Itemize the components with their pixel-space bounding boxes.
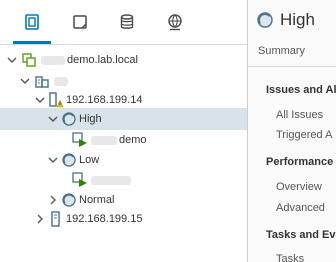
tab-networking[interactable] xyxy=(162,9,188,35)
tab-vms-and-templates[interactable] xyxy=(67,9,93,35)
chevron-down-icon[interactable] xyxy=(48,155,58,165)
redacted-text xyxy=(91,136,117,145)
chevron-right-icon[interactable] xyxy=(48,195,58,205)
host-icon xyxy=(51,211,60,227)
datacenter-icon xyxy=(35,76,49,88)
redacted-text xyxy=(91,176,131,185)
tab-summary[interactable]: Summary xyxy=(258,45,305,57)
tree-item-vm[interactable] xyxy=(0,169,247,191)
resource-pool-icon xyxy=(257,12,273,28)
tree-item-label: 192.168.199.14 xyxy=(66,94,143,106)
tree-item-label: Low xyxy=(79,154,100,166)
storage-icon xyxy=(120,14,134,29)
link-triggered-alarms[interactable]: Triggered A xyxy=(276,129,332,141)
section-issues-and-alarms[interactable]: Issues and Ala xyxy=(266,84,336,96)
tree-item-label: demo.lab.local xyxy=(67,54,138,66)
host-warning-icon xyxy=(49,92,64,108)
navigator-pane: demo.lab.local 192.168.199.14 High demo … xyxy=(0,0,247,262)
redacted-text xyxy=(54,77,68,86)
tree-item-vcenter[interactable]: demo.lab.local xyxy=(0,49,247,71)
chevron-down-icon[interactable] xyxy=(7,55,17,65)
networking-icon xyxy=(168,14,182,31)
vms-and-templates-icon xyxy=(73,15,87,29)
redacted-text xyxy=(41,56,65,65)
tree-item-vm-demo[interactable]: demo xyxy=(0,129,247,151)
vcenter-icon xyxy=(22,53,36,67)
link-all-issues[interactable]: All Issues xyxy=(276,109,323,121)
chevron-down-icon[interactable] xyxy=(35,95,45,105)
divider xyxy=(248,66,336,67)
vm-powered-on-icon xyxy=(72,132,87,147)
section-tasks-and-events[interactable]: Tasks and Eve xyxy=(266,229,336,241)
link-overview[interactable]: Overview xyxy=(276,181,322,193)
section-performance[interactable]: Performance xyxy=(266,156,333,168)
page-title: High xyxy=(280,10,315,29)
tree-item-resource-pool-high[interactable]: High xyxy=(0,108,247,130)
navigator-tabs xyxy=(0,0,247,45)
tree-item-host-192-168-199-15[interactable]: 192.168.199.15 xyxy=(0,208,247,230)
chevron-down-icon[interactable] xyxy=(48,114,58,124)
tab-storage[interactable] xyxy=(114,9,140,35)
tree-item-label: High xyxy=(79,113,102,125)
hosts-and-clusters-icon xyxy=(25,14,39,30)
resource-pool-icon xyxy=(62,193,76,207)
resource-pool-icon xyxy=(62,153,76,167)
chevron-right-icon[interactable] xyxy=(35,214,45,224)
chevron-down-icon[interactable] xyxy=(20,76,30,86)
link-advanced[interactable]: Advanced xyxy=(276,202,325,214)
object-summary-pane: High Summary Issues and Ala All Issues T… xyxy=(248,0,336,262)
tree-item-label: demo xyxy=(119,134,147,146)
tree-item-resource-pool-low[interactable]: Low xyxy=(0,149,247,171)
tree-item-label: 192.168.199.15 xyxy=(66,213,143,225)
tree-item-label: Normal xyxy=(79,194,115,206)
link-tasks[interactable]: Tasks xyxy=(276,253,304,262)
tab-hosts-and-clusters[interactable] xyxy=(13,9,51,44)
vm-powered-on-icon xyxy=(72,172,87,187)
resource-pool-icon xyxy=(62,112,76,126)
